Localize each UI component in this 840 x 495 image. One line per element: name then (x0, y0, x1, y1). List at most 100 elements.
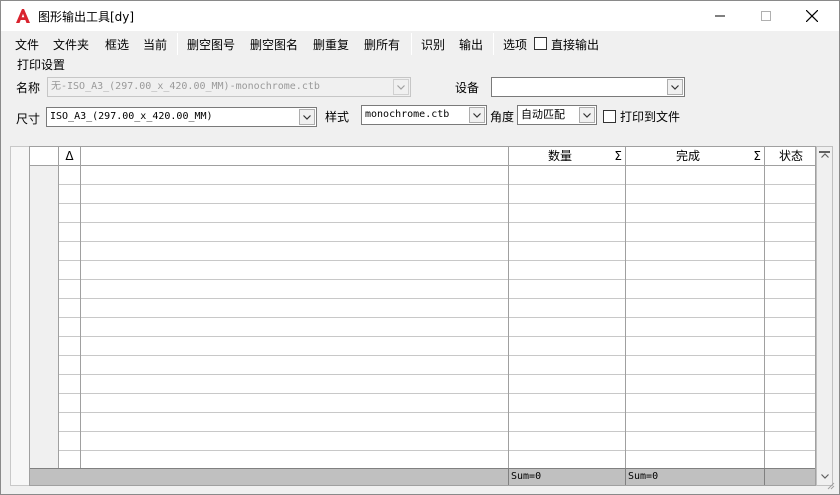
menu-delete-all[interactable]: 删所有 (364, 36, 400, 53)
table-cell[interactable] (765, 166, 815, 185)
table-row[interactable] (30, 413, 815, 432)
table-cell[interactable] (81, 261, 509, 280)
table-cell[interactable] (626, 204, 765, 223)
table-cell[interactable] (509, 375, 626, 394)
row-header-cell[interactable] (30, 223, 59, 242)
table-cell[interactable] (81, 280, 509, 299)
table-cell[interactable] (509, 413, 626, 432)
row-header-cell[interactable] (30, 166, 59, 185)
table-row[interactable] (30, 166, 815, 185)
table-cell[interactable] (59, 375, 81, 394)
table-cell[interactable] (81, 185, 509, 204)
menu-output[interactable]: 输出 (459, 36, 483, 53)
table-cell[interactable] (509, 242, 626, 261)
table-cell[interactable] (765, 299, 815, 318)
menu-recognize[interactable]: 识别 (421, 36, 445, 53)
row-header-cell[interactable] (30, 337, 59, 356)
table-cell[interactable] (81, 299, 509, 318)
table-cell[interactable] (509, 223, 626, 242)
table-row[interactable] (30, 242, 815, 261)
table-cell[interactable] (765, 432, 815, 451)
device-select[interactable] (491, 77, 685, 97)
table-cell[interactable] (765, 337, 815, 356)
table-row[interactable] (30, 223, 815, 242)
header-quantity[interactable]: 数量 Σ (509, 147, 626, 166)
angle-select[interactable]: 自动匹配 (517, 105, 597, 125)
size-dropdown-button[interactable] (299, 109, 315, 125)
menu-box-select[interactable]: 框选 (105, 36, 129, 53)
table-cell[interactable] (509, 280, 626, 299)
table-cell[interactable] (59, 413, 81, 432)
close-button[interactable] (789, 1, 835, 31)
menu-options[interactable]: 选项 (503, 36, 527, 53)
menu-delete-empty-number[interactable]: 删空图号 (187, 36, 235, 53)
table-cell[interactable] (626, 299, 765, 318)
table-row[interactable] (30, 185, 815, 204)
menu-delete-duplicates[interactable]: 删重复 (313, 36, 349, 53)
table-cell[interactable] (81, 394, 509, 413)
row-header-cell[interactable] (30, 299, 59, 318)
table-cell[interactable] (626, 280, 765, 299)
table-cell[interactable] (626, 185, 765, 204)
name-select[interactable]: 无-ISO_A3_(297.00_x_420.00_MM)-monochrome… (47, 77, 411, 97)
table-cell[interactable] (81, 166, 509, 185)
header-completed[interactable]: 完成 Σ (626, 147, 765, 166)
minimize-button[interactable] (697, 1, 743, 31)
table-row[interactable] (30, 375, 815, 394)
table-cell[interactable] (509, 204, 626, 223)
table-cell[interactable] (59, 261, 81, 280)
table-cell[interactable] (509, 166, 626, 185)
table-cell[interactable] (59, 223, 81, 242)
table-row[interactable] (30, 299, 815, 318)
table-cell[interactable] (509, 318, 626, 337)
table-row[interactable] (30, 394, 815, 413)
table-cell[interactable] (626, 223, 765, 242)
table-cell[interactable] (59, 299, 81, 318)
resize-grip-icon[interactable] (825, 480, 835, 490)
row-header-cell[interactable] (30, 356, 59, 375)
table-cell[interactable] (81, 318, 509, 337)
menu-delete-empty-name[interactable]: 删空图名 (250, 36, 298, 53)
table-cell[interactable] (765, 280, 815, 299)
table-cell[interactable] (59, 318, 81, 337)
table-cell[interactable] (765, 242, 815, 261)
row-header-cell[interactable] (30, 185, 59, 204)
table-cell[interactable] (509, 185, 626, 204)
menu-folder[interactable]: 文件夹 (53, 36, 89, 53)
angle-dropdown-button[interactable] (579, 107, 595, 123)
table-cell[interactable] (765, 356, 815, 375)
table-cell[interactable] (626, 375, 765, 394)
table-cell[interactable] (509, 261, 626, 280)
table-cell[interactable] (81, 223, 509, 242)
table-cell[interactable] (81, 413, 509, 432)
row-header-cell[interactable] (30, 394, 59, 413)
header-status[interactable]: 状态 (765, 147, 815, 166)
table-cell[interactable] (59, 432, 81, 451)
table-cell[interactable] (765, 223, 815, 242)
table-cell[interactable] (81, 375, 509, 394)
table-cell[interactable] (509, 394, 626, 413)
table-cell[interactable] (509, 299, 626, 318)
table-cell[interactable] (59, 356, 81, 375)
table-cell[interactable] (59, 166, 81, 185)
table-cell[interactable] (626, 394, 765, 413)
table-cell[interactable] (59, 280, 81, 299)
table-cell[interactable] (765, 261, 815, 280)
table-cell[interactable] (81, 242, 509, 261)
table-cell[interactable] (81, 356, 509, 375)
table-cell[interactable] (626, 356, 765, 375)
table-row[interactable] (30, 337, 815, 356)
table-cell[interactable] (626, 337, 765, 356)
device-dropdown-button[interactable] (667, 79, 683, 95)
table-cell[interactable] (626, 242, 765, 261)
table-cell[interactable] (626, 166, 765, 185)
row-header-cell[interactable] (30, 261, 59, 280)
table-cell[interactable] (765, 204, 815, 223)
table-cell[interactable] (509, 432, 626, 451)
style-dropdown-button[interactable] (469, 107, 485, 123)
row-header-cell[interactable] (30, 375, 59, 394)
table-cell[interactable] (765, 394, 815, 413)
table-cell[interactable] (626, 413, 765, 432)
table-cell[interactable] (81, 432, 509, 451)
table-cell[interactable] (509, 337, 626, 356)
